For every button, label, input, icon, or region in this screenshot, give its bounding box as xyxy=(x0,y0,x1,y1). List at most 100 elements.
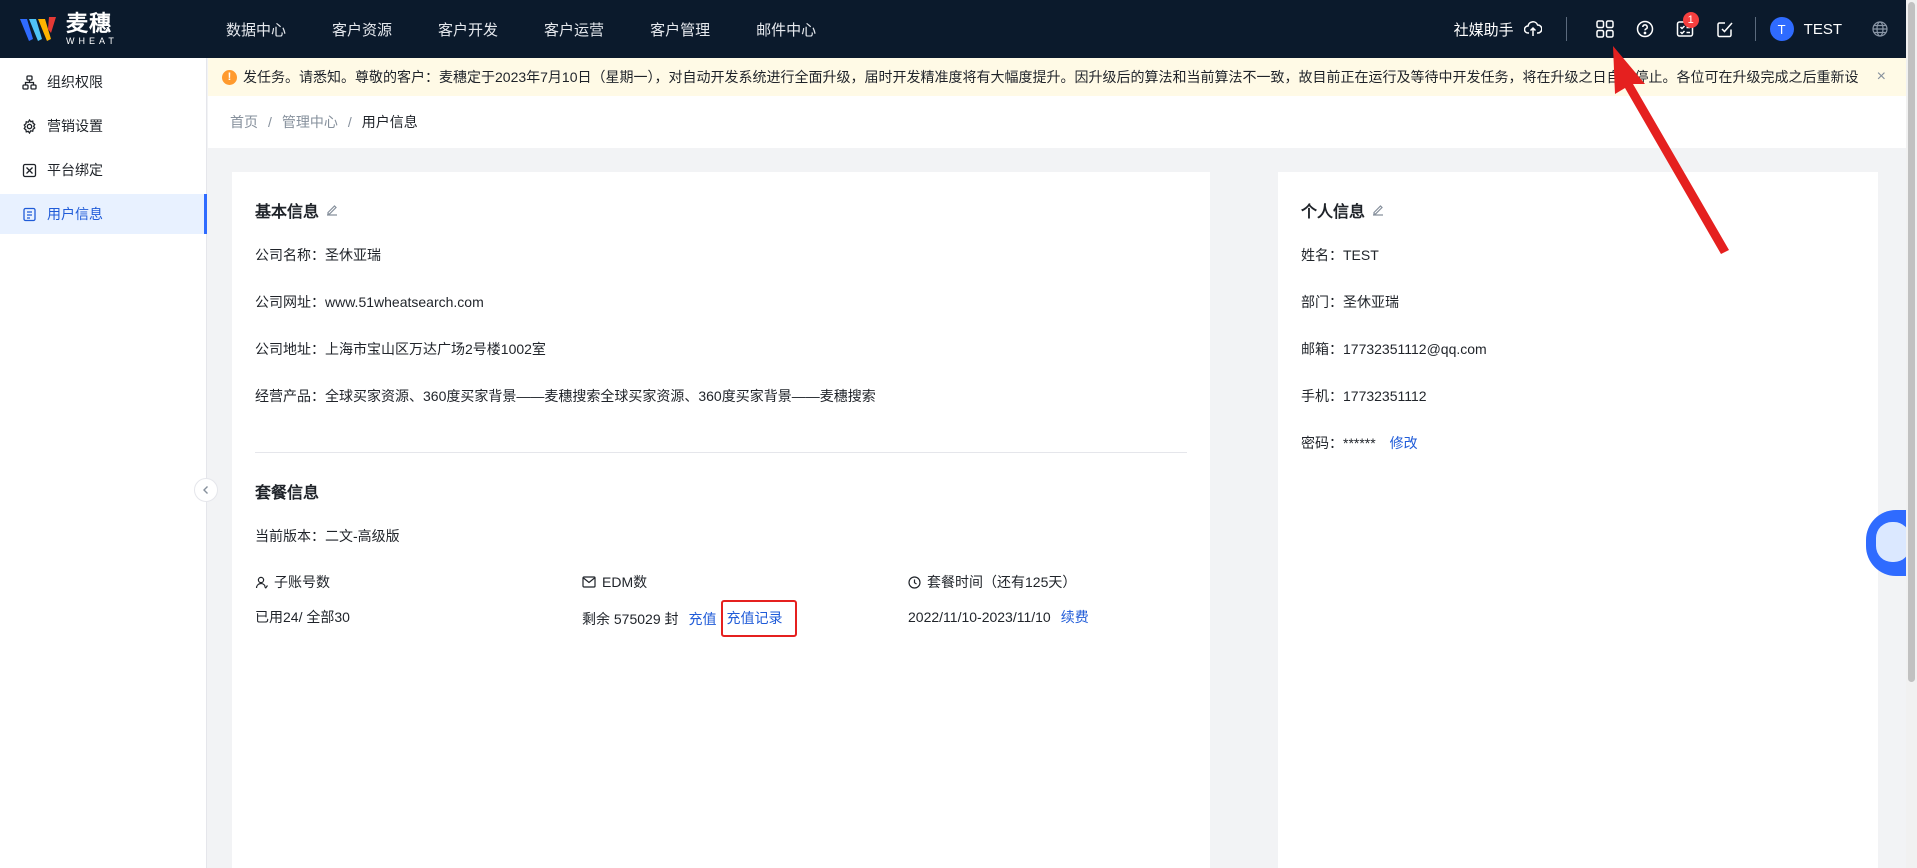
sub-accounts-label: 子账号数 xyxy=(274,574,330,590)
edit-icon[interactable] xyxy=(1371,203,1385,217)
field-label: 公司地址： xyxy=(255,341,325,357)
field-label: 经营产品： xyxy=(255,388,325,404)
products-value: 全球买家资源、360度买家背景——麦穗搜索全球买家资源、360度买家背景——麦穗… xyxy=(325,388,876,404)
renew-link[interactable]: 续费 xyxy=(1061,607,1089,627)
products-field: 经营产品：全球买家资源、360度买家背景——麦穗搜索全球买家资源、360度买家背… xyxy=(255,386,876,406)
field-label: 公司网址： xyxy=(255,294,325,310)
field-label: 公司名称： xyxy=(255,247,325,263)
edm-label: EDM数 xyxy=(602,574,648,590)
phone-field: 手机：17732351112 xyxy=(1301,386,1427,406)
globe-icon[interactable] xyxy=(1872,21,1888,37)
page-scrollbar[interactable] xyxy=(1906,0,1917,868)
basic-info-title: 基本信息 xyxy=(255,198,339,222)
gear-icon xyxy=(23,118,36,134)
package-period-stat: 套餐时间（还有125天） 2022/11/10-2023/11/10 续费 xyxy=(908,572,1089,627)
current-version-value: 二文-高级版 xyxy=(325,528,400,544)
email-field: 邮箱：17732351112@qq.com xyxy=(1301,339,1487,359)
close-icon[interactable]: × xyxy=(1877,68,1886,86)
name-value: TEST xyxy=(1343,247,1379,263)
org-tree-icon xyxy=(22,74,37,90)
sidebar-item-user-info[interactable]: 用户信息 xyxy=(0,194,207,234)
company-address-field: 公司地址：上海市宝山区万达广场2号楼1002室 xyxy=(255,339,546,359)
nav-customer-operations[interactable]: 客户运营 xyxy=(544,19,604,40)
section-title-text: 个人信息 xyxy=(1301,204,1366,221)
nav-customer-resources[interactable]: 客户资源 xyxy=(332,19,392,40)
nav-data-center[interactable]: 数据中心 xyxy=(226,19,286,40)
breadcrumb-home[interactable]: 首页 xyxy=(230,112,258,132)
help-circle-icon xyxy=(1636,20,1653,38)
sidebar-item-platform-binding[interactable]: 平台绑定 xyxy=(0,150,206,190)
company-website-value: www.51wheatsearch.com xyxy=(325,294,484,310)
section-title-text: 套餐信息 xyxy=(255,485,320,502)
section-divider xyxy=(255,452,1187,453)
sub-accounts-stat: 子账号数 已用24/ 全部30 xyxy=(255,572,350,627)
sidebar-item-label: 营销设置 xyxy=(47,118,103,134)
clock-icon xyxy=(908,575,921,589)
social-assistant-label: 社媒助手 xyxy=(1453,21,1514,39)
password-field: 密码：****** 修改 xyxy=(1301,433,1418,453)
bind-icon xyxy=(22,163,37,177)
company-address-value: 上海市宝山区万达广场2号楼1002室 xyxy=(325,341,546,357)
sidebar: 组织权限 营销设置 平台绑定 用户信息 xyxy=(0,58,207,868)
user-doc-icon xyxy=(23,207,36,221)
main-nav: 数据中心 客户资源 客户开发 客户运营 客户管理 邮件中心 xyxy=(226,19,862,40)
sidebar-collapse-button[interactable] xyxy=(194,478,218,502)
edm-remaining-value: 剩余 575029 封 xyxy=(582,610,679,627)
sidebar-item-label: 组织权限 xyxy=(47,74,103,90)
topbar-divider xyxy=(1565,17,1567,41)
name-field: 姓名：TEST xyxy=(1301,245,1379,265)
package-period-label: 套餐时间（还有125天） xyxy=(927,574,1077,590)
brand-name: 麦穗 xyxy=(66,10,113,36)
package-period-value: 2022/11/10-2023/11/10 xyxy=(908,609,1051,625)
wheat-logo-icon xyxy=(20,17,56,41)
task-badge: 1 xyxy=(1682,12,1699,28)
nav-mail-center[interactable]: 邮件中心 xyxy=(756,19,816,40)
field-label: 当前版本： xyxy=(255,528,325,544)
recharge-records-link[interactable]: 充值记录 xyxy=(720,600,797,637)
email-value: 17732351112@qq.com xyxy=(1343,341,1487,357)
company-website-field: 公司网址：www.51wheatsearch.com xyxy=(255,292,484,312)
department-value: 圣休亚瑞 xyxy=(1343,294,1399,310)
scrollbar-thumb[interactable] xyxy=(1908,2,1915,682)
modify-password-link[interactable]: 修改 xyxy=(1390,435,1418,451)
personal-info-card: 个人信息 姓名：TEST 部门：圣休亚瑞 邮箱：17732351112@qq.c… xyxy=(1278,172,1878,868)
field-label: 部门： xyxy=(1301,294,1343,310)
sidebar-item-marketing-settings[interactable]: 营销设置 xyxy=(0,106,206,146)
field-label: 姓名： xyxy=(1301,247,1343,263)
robot-icon xyxy=(1876,522,1910,562)
field-label: 邮箱： xyxy=(1301,341,1343,357)
mail-icon xyxy=(582,576,596,588)
breadcrumb-current: 用户信息 xyxy=(361,114,418,130)
password-value: ****** xyxy=(1343,435,1376,451)
company-name-field: 公司名称：圣休亚瑞 xyxy=(255,245,381,265)
sidebar-item-org-permissions[interactable]: 组织权限 xyxy=(0,62,206,102)
nav-customer-development[interactable]: 客户开发 xyxy=(438,19,498,40)
company-name-value: 圣休亚瑞 xyxy=(325,247,381,263)
breadcrumb-separator: / xyxy=(268,114,272,130)
brand-logo[interactable]: 麦穗 WHEAT xyxy=(20,10,206,46)
account-card: 基本信息 公司名称：圣休亚瑞 公司网址：www.51wheatsearch.co… xyxy=(232,172,1210,868)
topbar-divider xyxy=(1754,17,1756,41)
sidebar-item-label: 平台绑定 xyxy=(47,162,103,178)
social-assistant-button[interactable]: 社媒助手 xyxy=(1454,19,1542,40)
field-label: 手机： xyxy=(1301,388,1343,404)
recharge-link[interactable]: 充值 xyxy=(689,609,717,629)
edit-check-icon xyxy=(1716,22,1733,38)
phone-value: 17732351112 xyxy=(1343,388,1427,404)
nav-customer-management[interactable]: 客户管理 xyxy=(650,19,710,40)
user-menu[interactable]: T TEST xyxy=(1769,17,1842,41)
section-title-text: 基本信息 xyxy=(255,204,320,221)
apps-grid-icon xyxy=(1595,20,1614,38)
avatar: T xyxy=(1769,17,1794,41)
package-info-title: 套餐信息 xyxy=(255,479,319,503)
current-version-field: 当前版本：二文-高级版 xyxy=(255,526,400,546)
edit-icon[interactable] xyxy=(325,203,339,217)
user-icon xyxy=(255,576,268,589)
breadcrumb-parent[interactable]: 管理中心 xyxy=(282,112,338,132)
department-field: 部门：圣休亚瑞 xyxy=(1301,292,1399,312)
cloud-upload-icon xyxy=(1523,21,1542,36)
personal-info-title: 个人信息 xyxy=(1301,198,1385,222)
sub-accounts-value: 已用24/ 全部30 xyxy=(255,609,350,625)
chevron-left-icon xyxy=(203,486,208,494)
breadcrumb-separator: / xyxy=(347,114,352,130)
